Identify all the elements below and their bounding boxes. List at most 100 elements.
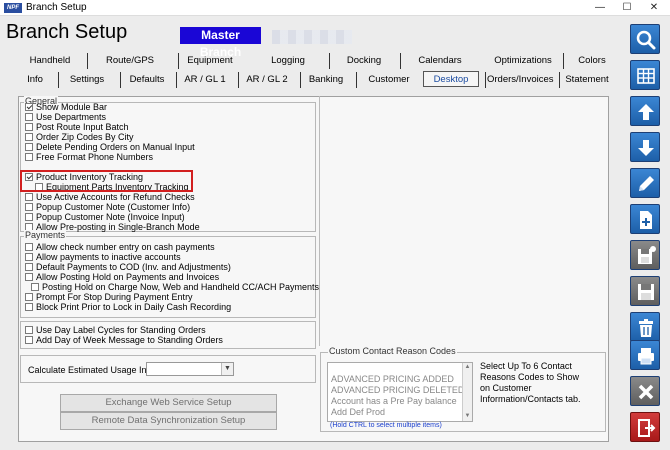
delete-button[interactable] <box>630 312 660 342</box>
option-post-route-input-batch[interactable]: Post Route Input Batch <box>25 122 315 132</box>
tab-divider <box>356 72 357 88</box>
option-free-format-phone[interactable]: Free Format Phone Numbers <box>25 152 315 162</box>
print-button[interactable] <box>630 340 660 370</box>
tab-route-gps[interactable]: Route/GPS <box>90 53 170 69</box>
cancel-button[interactable] <box>630 376 660 406</box>
option-posting-hold-charge-now[interactable]: Posting Hold on Charge Now, Web and Hand… <box>25 282 319 292</box>
tab-equipment[interactable]: Equipment <box>180 53 240 69</box>
exchange-web-service-button[interactable]: Exchange Web Service Setup <box>60 394 277 412</box>
usage-select[interactable]: ▼ <box>146 362 234 376</box>
new-record-button[interactable] <box>630 204 660 234</box>
tab-divider <box>563 53 564 69</box>
checkbox[interactable] <box>25 103 33 111</box>
standing-orders-options: Use Day Label Cycles for Standing Orders… <box>25 325 315 345</box>
save-icon <box>638 284 654 300</box>
move-up-button[interactable] <box>630 96 660 126</box>
option-posting-hold[interactable]: Allow Posting Hold on Payments and Invoi… <box>25 272 315 282</box>
tab-colors[interactable]: Colors <box>570 53 614 69</box>
option-order-zip-codes[interactable]: Order Zip Codes By City <box>25 132 315 142</box>
listbox-scrollbar[interactable]: ▲ ▼ <box>462 363 472 421</box>
option-payments-inactive[interactable]: Allow payments to inactive accounts <box>25 252 315 262</box>
tab-divider <box>120 72 121 88</box>
maximize-button[interactable]: ☐ <box>613 0 641 16</box>
list-item[interactable]: Account has a Pre Pay balance <box>328 396 472 407</box>
chevron-down-icon[interactable]: ▼ <box>221 363 233 375</box>
tab-ar-gl-2[interactable]: AR / GL 2 <box>242 72 292 88</box>
option-popup-note-invoice[interactable]: Popup Customer Note (Invoice Input) <box>25 212 315 222</box>
column-divider <box>319 96 320 346</box>
tab-divider <box>559 72 560 88</box>
close-button[interactable]: ✕ <box>640 0 668 16</box>
option-default-payments-cod[interactable]: Default Payments to COD (Inv. and Adjust… <box>25 262 315 272</box>
option-show-module-bar[interactable]: Show Module Bar <box>25 102 315 112</box>
option-block-print[interactable]: Block Print Prior to Lock in Daily Cash … <box>25 302 315 312</box>
checkbox[interactable] <box>25 203 33 211</box>
tab-desktop[interactable]: Desktop <box>423 71 479 87</box>
move-down-button[interactable] <box>630 132 660 162</box>
payments-group-label: Payments <box>24 230 67 240</box>
option-check-number-entry[interactable]: Allow check number entry on cash payment… <box>25 242 315 252</box>
checkbox[interactable] <box>25 253 33 261</box>
checkbox[interactable] <box>25 293 33 301</box>
scroll-down-icon[interactable]: ▼ <box>463 412 472 421</box>
list-item[interactable]: Add Def Prod <box>328 407 472 418</box>
checkbox[interactable] <box>25 303 33 311</box>
tab-optimizations[interactable]: Optimizations <box>488 53 558 69</box>
tab-docking[interactable]: Docking <box>338 53 390 69</box>
tab-banking[interactable]: Banking <box>304 72 348 88</box>
list-item[interactable]: ADVANCED PRICING ADDED <box>328 374 472 385</box>
list-item[interactable] <box>328 363 472 374</box>
checkbox[interactable] <box>25 153 33 161</box>
save-button[interactable] <box>630 276 660 306</box>
checkbox[interactable] <box>25 243 33 251</box>
checkbox[interactable] <box>25 123 33 131</box>
option-popup-note-customer-info[interactable]: Popup Customer Note (Customer Info) <box>25 202 315 212</box>
option-active-accounts-refund[interactable]: Use Active Accounts for Refund Checks <box>25 192 315 202</box>
tab-logging[interactable]: Logging <box>258 53 318 69</box>
option-prompt-for-stop[interactable]: Prompt For Stop During Payment Entry <box>25 292 315 302</box>
cancel-icon <box>638 384 654 400</box>
option-day-label-cycles[interactable]: Use Day Label Cycles for Standing Orders <box>25 325 315 335</box>
option-use-departments[interactable]: Use Departments <box>25 112 315 122</box>
option-day-of-week-message[interactable]: Add Day of Week Message to Standing Orde… <box>25 335 315 345</box>
checkbox[interactable] <box>25 263 33 271</box>
usage-label: Calculate Estimated Usage In <box>28 365 147 375</box>
tab-customer[interactable]: Customer <box>362 72 416 88</box>
checkbox[interactable] <box>25 336 33 344</box>
search-button[interactable] <box>630 24 660 54</box>
option-delete-pending-orders[interactable]: Delete Pending Orders on Manual Input <box>25 142 315 152</box>
checkbox[interactable] <box>31 283 39 291</box>
tab-orders-invoices[interactable]: Orders/Invoices <box>487 72 554 88</box>
exit-button[interactable] <box>630 412 660 442</box>
checkbox[interactable] <box>25 113 33 121</box>
list-item[interactable]: ADVANCED PRICING DELETED <box>328 385 472 396</box>
usage-select-value <box>147 363 221 375</box>
reason-codes-label: Custom Contact Reason Codes <box>328 346 457 356</box>
reason-codes-listbox[interactable]: ADVANCED PRICING ADDED ADVANCED PRICING … <box>327 362 473 422</box>
checkbox[interactable] <box>25 213 33 221</box>
grid-button[interactable] <box>630 60 660 90</box>
checkbox[interactable] <box>25 326 33 334</box>
arrow-down-icon <box>638 140 654 156</box>
checkbox[interactable] <box>25 133 33 141</box>
search-icon <box>636 30 656 50</box>
checkbox[interactable] <box>25 273 33 281</box>
option-allow-pre-posting[interactable]: Allow Pre-posting in Single-Branch Mode <box>25 222 315 232</box>
highlight-annotation <box>20 170 193 192</box>
tab-info[interactable]: Info <box>20 72 50 88</box>
edit-button[interactable] <box>630 168 660 198</box>
checkbox[interactable] <box>25 193 33 201</box>
tab-handheld[interactable]: Handheld <box>20 53 80 69</box>
save-new-button[interactable] <box>630 240 660 270</box>
minimize-button[interactable]: — <box>586 0 614 16</box>
tab-ar-gl-1[interactable]: AR / GL 1 <box>180 72 230 88</box>
tab-statement[interactable]: Statement <box>564 72 610 88</box>
tab-settings[interactable]: Settings <box>62 72 112 88</box>
tab-defaults[interactable]: Defaults <box>124 72 170 88</box>
tab-divider <box>400 53 401 69</box>
remote-data-sync-button[interactable]: Remote Data Synchronization Setup <box>60 412 277 430</box>
tab-calendars[interactable]: Calendars <box>410 53 470 69</box>
scroll-up-icon[interactable]: ▲ <box>463 363 472 372</box>
tab-divider <box>178 53 179 69</box>
checkbox[interactable] <box>25 143 33 151</box>
